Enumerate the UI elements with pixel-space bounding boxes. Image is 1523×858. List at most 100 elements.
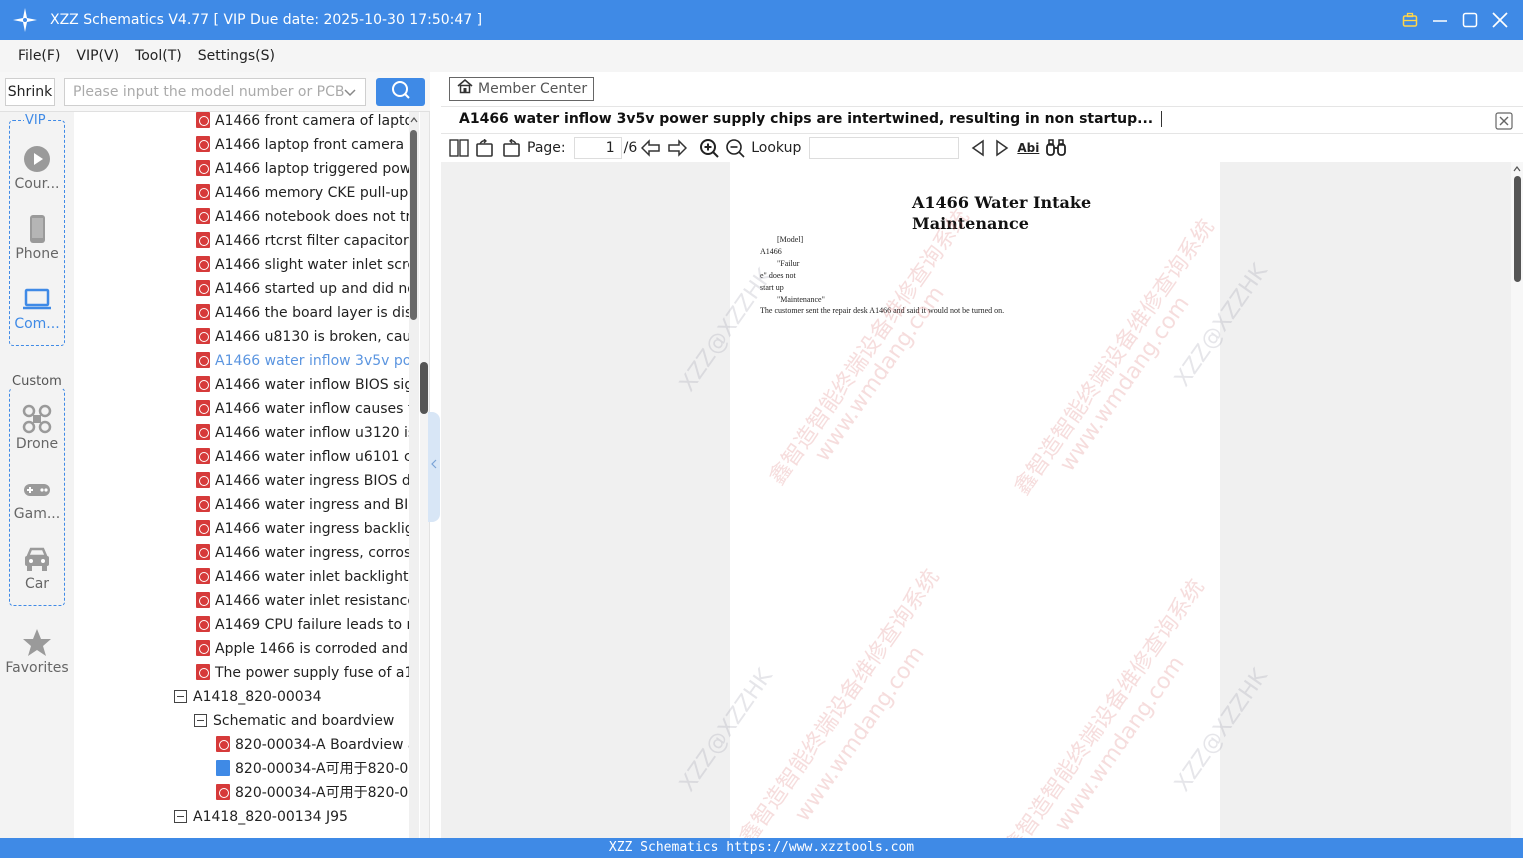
- tree-file[interactable]: A1466 u8130 is broken, caus: [196, 325, 411, 349]
- page-number-input[interactable]: 1: [573, 137, 622, 159]
- tree-file[interactable]: A1466 water inlet resistance: [196, 589, 411, 613]
- heading-line: A1466 Water Intake: [912, 193, 1092, 212]
- rotate-right-icon[interactable]: [501, 137, 521, 159]
- close-document-icon[interactable]: [1495, 112, 1513, 130]
- collapse-toggle-icon[interactable]: [174, 810, 187, 823]
- menu-vip[interactable]: VIP(V): [76, 48, 119, 64]
- pdf-file-icon: [196, 616, 210, 632]
- chevron-down-icon[interactable]: [343, 83, 357, 109]
- tree-file[interactable]: A1466 water inflow 3v5v pov: [196, 349, 411, 373]
- tree-scrollbar-thumb[interactable]: [410, 130, 417, 320]
- tree-file[interactable]: A1466 laptop front camera c: [196, 133, 411, 157]
- sidebar-item-computer[interactable]: Com...: [0, 284, 74, 332]
- tree-file[interactable]: The power supply fuse of a14: [196, 661, 411, 685]
- tree-file[interactable]: A1466 water ingress BIOS dis: [196, 469, 411, 493]
- tree-file[interactable]: A1466 water ingress backligh: [196, 517, 411, 541]
- document-pane: Member Center A1466 water inflow 3v5v po…: [441, 72, 1523, 838]
- lookup-input[interactable]: [809, 137, 960, 159]
- tree-file[interactable]: A1466 water inflow causes th: [196, 397, 411, 421]
- next-page-icon[interactable]: [667, 137, 688, 159]
- tree-row-label: A1466 rtcrst filter capacitor is: [215, 233, 411, 249]
- tree-file[interactable]: A1466 water inflow u3120 is: [196, 421, 411, 445]
- previous-page-icon[interactable]: [641, 137, 661, 159]
- match-case-button[interactable]: Abi: [1017, 137, 1039, 159]
- member-center-button[interactable]: Member Center: [449, 77, 595, 101]
- viewer-scrollbar[interactable]: [1511, 162, 1523, 838]
- minimize-button[interactable]: [1431, 11, 1449, 29]
- collapse-toggle-icon[interactable]: [174, 690, 187, 703]
- pdf-file-icon: [196, 472, 210, 488]
- tree-folder[interactable]: Schematic and boardview: [194, 709, 409, 733]
- tree-file[interactable]: A1466 notebook does not tri: [196, 205, 411, 229]
- doc-line: [Model]: [777, 235, 804, 244]
- window-controls: [1401, 0, 1509, 40]
- pdf-viewer[interactable]: A1466 Water Intake Maintenance [Model] A…: [441, 162, 1523, 838]
- tree-row-label: A1466 water inflow causes th: [215, 401, 411, 417]
- tree-file[interactable]: A1466 slight water inlet scree: [196, 253, 411, 277]
- pdf-file-icon: [196, 664, 210, 680]
- tree-file[interactable]: A1466 water inlet backlight f: [196, 565, 411, 589]
- rotate-left-icon[interactable]: [475, 137, 495, 159]
- tree-file[interactable]: A1466 rtcrst filter capacitor is: [196, 229, 411, 253]
- briefcase-icon[interactable]: [1401, 11, 1419, 29]
- tree-file[interactable]: A1466 water ingress, corrosic: [196, 541, 411, 565]
- menu-settings[interactable]: Settings(S): [198, 48, 275, 64]
- tree-row-label: A1466 u8130 is broken, caus: [215, 329, 411, 345]
- tree-file[interactable]: 820-00034-A可用于820-00: [216, 781, 411, 805]
- binoculars-icon[interactable]: [1045, 137, 1067, 159]
- viewer-scrollbar-thumb[interactable]: [1514, 176, 1521, 282]
- search-icon: [391, 80, 411, 104]
- close-button[interactable]: [1491, 11, 1509, 29]
- tree-file[interactable]: Apple 1466 is corroded and c: [196, 637, 411, 661]
- pdf-file-icon: [196, 160, 210, 176]
- tree-row-label: A1466 water ingress BIOS dis: [215, 473, 411, 489]
- tree-folder[interactable]: A1418_820-00034: [174, 685, 409, 709]
- splitter-handle[interactable]: [420, 362, 428, 414]
- sidebar-item-courses[interactable]: Cour...: [0, 144, 74, 192]
- tree-file[interactable]: A1466 water inflow u6101 cc: [196, 445, 411, 469]
- menu-file[interactable]: File(F): [18, 48, 60, 64]
- find-previous-icon[interactable]: [969, 137, 987, 159]
- pane-splitter[interactable]: [420, 112, 440, 838]
- tree-file[interactable]: A1466 water inflow BIOS sigr: [196, 373, 411, 397]
- find-next-icon[interactable]: [993, 137, 1011, 159]
- sidebar-item-phone[interactable]: Phone: [0, 214, 74, 262]
- search-button[interactable]: [376, 78, 425, 106]
- sidebar-item-favorites[interactable]: Favorites: [0, 628, 74, 676]
- tree-file[interactable]: A1466 memory CKE pull-up r: [196, 181, 411, 205]
- vip-group-label: VIP: [24, 113, 47, 128]
- collapse-tab[interactable]: [428, 412, 440, 522]
- tree-file[interactable]: A1466 water ingress and BIO: [196, 493, 411, 517]
- maximize-button[interactable]: [1461, 11, 1479, 29]
- collapse-toggle-icon[interactable]: [194, 714, 207, 727]
- shrink-button[interactable]: Shrink: [5, 78, 55, 106]
- menu-tool[interactable]: Tool(T): [135, 48, 182, 64]
- search-toolbar: Shrink Please input the model number or …: [0, 72, 430, 112]
- tree-file[interactable]: A1469 CPU failure leads to n: [196, 613, 411, 637]
- laptop-icon: [22, 284, 52, 314]
- tree-file[interactable]: A1466 front camera of laptop: [196, 112, 411, 133]
- tree-file[interactable]: 820-00034-A Boardview a: [216, 733, 411, 757]
- star-icon: [22, 628, 52, 658]
- pdf-file-icon: [196, 208, 210, 224]
- document-title[interactable]: A1466 water inflow 3v5v power supply chi…: [459, 111, 1163, 127]
- sidebar-item-drone[interactable]: Drone: [0, 404, 74, 452]
- lookup-label: Lookup: [751, 140, 802, 156]
- sidebar-item-car[interactable]: Car: [0, 544, 74, 592]
- tree-file[interactable]: A1466 the board layer is disc: [196, 301, 411, 325]
- tree-file[interactable]: A1466 laptop triggered powe: [196, 157, 411, 181]
- pdf-file-icon: [196, 232, 210, 248]
- tree-file[interactable]: A1466 started up and did no: [196, 277, 411, 301]
- tree-folder[interactable]: A1418_820-00134 J95: [174, 805, 409, 829]
- tree-file[interactable]: 820-00034-A可用于820-00: [216, 757, 411, 781]
- sidebar-item-game[interactable]: Gam...: [0, 474, 74, 522]
- custom-group-label: Custom: [11, 374, 63, 389]
- zoom-out-icon[interactable]: [725, 137, 745, 159]
- pdf-file-icon: [196, 352, 210, 368]
- document-tab-bar: A1466 water inflow 3v5v power supply chi…: [441, 106, 1523, 134]
- model-search-input[interactable]: Please input the model number or PCB: [64, 78, 366, 106]
- pdf-file-icon: [196, 136, 210, 152]
- two-page-view-icon[interactable]: [449, 137, 469, 159]
- tree-row-label: A1466 notebook does not tri: [215, 209, 411, 225]
- zoom-in-icon[interactable]: [699, 137, 719, 159]
